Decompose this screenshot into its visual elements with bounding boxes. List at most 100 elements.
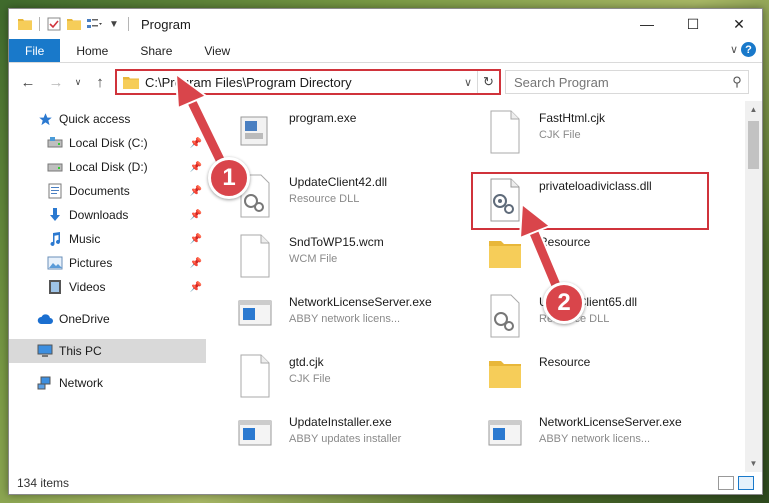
properties-icon[interactable] (46, 16, 62, 32)
tab-home[interactable]: Home (60, 39, 124, 62)
sidebar-item-music[interactable]: Music 📌 (9, 227, 206, 251)
nav-label: This PC (59, 344, 102, 358)
step-badge-1: 1 (208, 157, 250, 199)
close-button[interactable]: ✕ (716, 9, 762, 39)
nav-label: Music (69, 232, 101, 246)
maximize-button[interactable]: ☐ (670, 9, 716, 39)
file-name: FastHtml.cjk (539, 111, 605, 125)
nav-onedrive[interactable]: OneDrive (9, 307, 206, 331)
file-item-resource-folder[interactable]: Resource (471, 229, 711, 285)
star-icon (37, 111, 53, 127)
pin-icon[interactable]: 📌 (190, 234, 202, 245)
file-type: CJK File (539, 129, 581, 141)
pin-icon[interactable]: 📌 (190, 162, 202, 173)
nav-label: Quick access (59, 112, 131, 126)
file-item-gtd-cjk[interactable]: gtd.cjk CJK File (221, 349, 461, 405)
chevron-down-icon[interactable]: ∨ (459, 76, 477, 89)
file-meta: SndToWP15.wcm WCM File (289, 235, 384, 265)
window-title: Program (141, 16, 191, 32)
nav-label: Local Disk (D:) (69, 160, 148, 174)
help-icon[interactable]: ? (741, 42, 756, 57)
scroll-up-icon[interactable]: ▲ (745, 101, 762, 118)
up-button[interactable]: ↑ (87, 69, 113, 95)
file-icon (235, 233, 275, 279)
back-button[interactable]: ← (15, 69, 41, 95)
file-name: UpdateClient42.dll (289, 175, 388, 189)
new-folder-icon[interactable] (66, 16, 82, 32)
file-meta: NetworkLicenseServer.exe ABBY network li… (539, 415, 682, 445)
file-item-resource-folder-2[interactable]: Resource (471, 349, 711, 405)
file-name: gtd.cjk (289, 355, 324, 369)
file-item-networklicenseserver-exe-2[interactable]: NetworkLicenseServer.exe ABBY network li… (471, 409, 711, 465)
tab-file[interactable]: File (9, 39, 61, 62)
file-type: ABBY network licens... (539, 433, 651, 445)
file-name: Resource (539, 235, 591, 249)
nav-quick-access[interactable]: Quick access (9, 107, 206, 131)
network-icon (37, 375, 53, 391)
exe-window-icon (235, 413, 275, 459)
sidebar-item-videos[interactable]: Videos 📌 (9, 275, 206, 299)
file-meta: FastHtml.cjk CJK File (539, 111, 605, 141)
pin-icon[interactable]: 📌 (190, 258, 202, 269)
file-item-updateclient42-dll[interactable]: UpdateClient42.dll Resource DLL (221, 169, 461, 225)
sidebar-item-downloads[interactable]: Downloads 📌 (9, 203, 206, 227)
address-path[interactable]: C:\Program Files\Program Directory (145, 75, 459, 90)
recent-locations-button[interactable]: ∨ (71, 69, 85, 95)
file-meta: gtd.cjk CJK File (289, 355, 331, 385)
file-name: NetworkLicenseServer.exe (539, 415, 682, 429)
nav-this-pc[interactable]: This PC (9, 339, 206, 363)
separator (39, 17, 40, 31)
search-input[interactable] (514, 74, 726, 90)
tab-share[interactable]: Share (124, 39, 188, 62)
file-item-program-exe[interactable]: program.exe (221, 105, 461, 161)
minimize-button[interactable]: — (624, 9, 670, 39)
folder-icon (123, 76, 139, 89)
drive-icon (47, 135, 63, 151)
details-view-icon[interactable] (718, 476, 734, 490)
cloud-icon (37, 311, 53, 327)
scroll-thumb[interactable] (748, 121, 759, 169)
file-item-updateinstaller-exe[interactable]: UpdateInstaller.exe ABBY updates install… (221, 409, 461, 465)
target-file-highlight (471, 172, 709, 230)
expand-ribbon-icon[interactable]: ∨ (730, 43, 738, 56)
file-type: ABBY network licens... (289, 313, 401, 325)
pin-icon[interactable]: 📌 (190, 210, 202, 221)
scroll-down-icon[interactable]: ▼ (745, 455, 762, 472)
forward-button[interactable]: → (43, 69, 69, 95)
file-item-sndtowp15-wcm[interactable]: SndToWP15.wcm WCM File (221, 229, 461, 285)
address-bar[interactable]: C:\Program Files\Program Directory ∨ ↻ (115, 69, 501, 95)
pin-icon[interactable]: 📌 (190, 138, 202, 149)
pin-icon[interactable]: 📌 (190, 186, 202, 197)
search-icon[interactable]: ⚲ (726, 74, 748, 90)
pin-icon[interactable]: 📌 (190, 282, 202, 293)
vertical-scrollbar[interactable]: ▲ ▼ (745, 101, 762, 472)
content-area: Quick access Local Disk (C:) 📌 Local Dis… (9, 101, 762, 472)
sidebar-item-local-disk-d[interactable]: Local Disk (D:) 📌 (9, 155, 206, 179)
address-row: ← → ∨ ↑ C:\Program Files\Program Directo… (9, 63, 762, 101)
exe-window-icon (485, 413, 525, 459)
file-item-updateclient65-dll[interactable]: UpdateClient65.dll Resource DLL (471, 289, 711, 345)
file-item-fasthtml-cjk[interactable]: FastHtml.cjk CJK File (471, 105, 711, 161)
sidebar-item-documents[interactable]: Documents 📌 (9, 179, 206, 203)
folder-icon (485, 233, 525, 279)
sidebar-item-local-disk-c[interactable]: Local Disk (C:) 📌 (9, 131, 206, 155)
search-box[interactable]: ⚲ (505, 70, 749, 94)
nav-network[interactable]: Network (9, 371, 206, 395)
large-icons-view-icon[interactable] (738, 476, 754, 490)
nav-label: Documents (69, 184, 130, 198)
view-options-icon[interactable] (86, 16, 102, 32)
file-name: program.exe (289, 111, 357, 125)
file-icon (235, 353, 275, 399)
exe-window-icon (235, 293, 275, 339)
sidebar-item-pictures[interactable]: Pictures 📌 (9, 251, 206, 275)
refresh-icon[interactable]: ↻ (477, 71, 499, 93)
nav-label: Local Disk (C:) (69, 136, 148, 150)
pictures-icon (47, 255, 63, 271)
file-name: SndToWP15.wcm (289, 235, 384, 249)
file-meta: Resource (539, 235, 590, 253)
customize-qat-icon[interactable]: ▼ (106, 16, 122, 32)
file-item-networklicenseserver-exe[interactable]: NetworkLicenseServer.exe ABBY network li… (221, 289, 461, 345)
tab-view[interactable]: View (188, 39, 246, 62)
